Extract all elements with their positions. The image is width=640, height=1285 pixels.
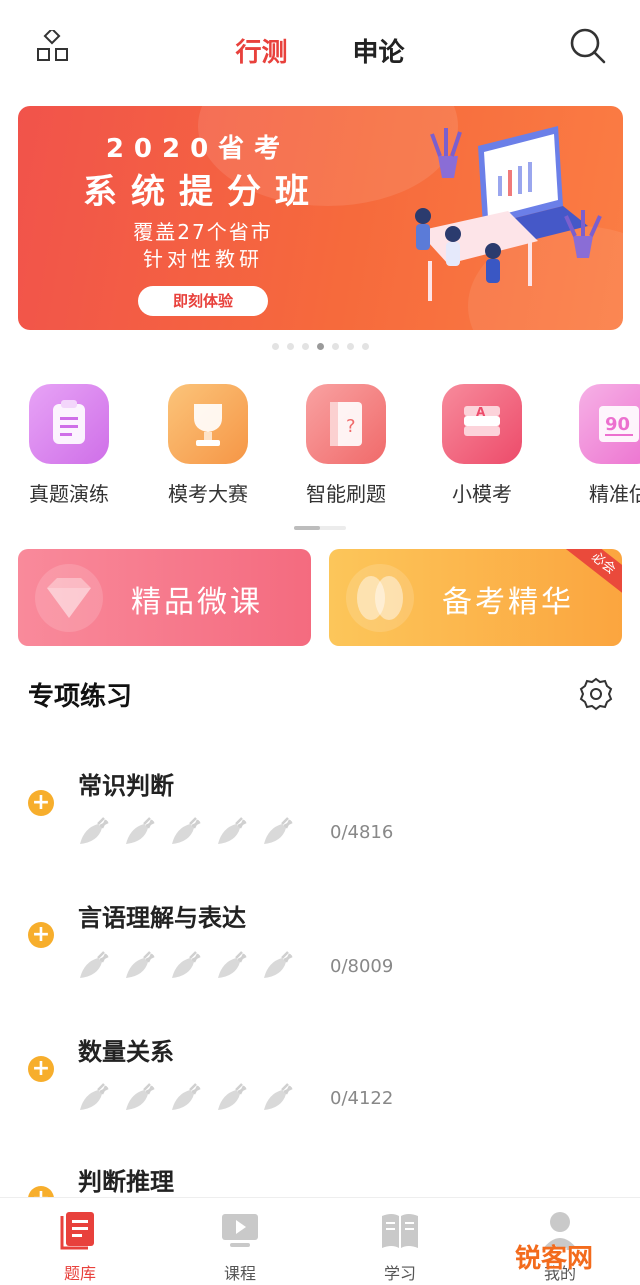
- carrot-icon: [172, 1083, 201, 1110]
- carrot-rating: [76, 814, 306, 848]
- study-illustration-icon: [415, 126, 602, 301]
- trophy-icon: [168, 384, 248, 464]
- carrot-icon: [80, 817, 109, 844]
- banner-pagination: [0, 343, 640, 350]
- top-tabs: 行测 申论: [0, 28, 640, 73]
- page-dot[interactable]: [331, 343, 339, 350]
- nav-label: 学习: [383, 1264, 416, 1283]
- page-dot[interactable]: [301, 343, 309, 350]
- promo-beikao[interactable]: 备考精华 必会: [329, 549, 622, 646]
- quick-label: 精准估: [589, 482, 640, 506]
- practice-name: 判断推理: [78, 1168, 174, 1196]
- score-90-icon: 90: [579, 384, 640, 464]
- practice-progress: 0/4122: [330, 1088, 394, 1109]
- open-book-icon: [382, 1214, 418, 1248]
- quick-zhenti[interactable]: 真题演练: [14, 384, 124, 507]
- book-icon: ?: [306, 384, 386, 464]
- banner-subtitle: 覆盖27个省市: [133, 220, 273, 244]
- carrot-icon: [126, 951, 155, 978]
- expand-plus-icon[interactable]: +: [28, 790, 54, 816]
- practice-name: 言语理解与表达: [78, 904, 246, 932]
- clipboard-icon: [29, 384, 109, 464]
- carrot-icon: [264, 1083, 293, 1110]
- page-dot[interactable]: [346, 343, 354, 350]
- carrot-icon: [172, 951, 201, 978]
- gear-icon[interactable]: [578, 676, 614, 712]
- page-dot[interactable]: [271, 343, 279, 350]
- watermark-logo: 锐客网: [515, 1244, 594, 1274]
- quick-shuati[interactable]: ? 智能刷题: [291, 384, 401, 507]
- nav-tiku[interactable]: 题库: [30, 1208, 130, 1284]
- promo-label: 备考精华: [442, 585, 574, 620]
- try-now-button[interactable]: 即刻体验: [138, 286, 268, 316]
- practice-item[interactable]: + 数量关系 0/4122: [0, 1028, 640, 1148]
- tab-shenlun[interactable]: 申论: [349, 28, 409, 73]
- search-icon[interactable]: [568, 26, 608, 66]
- expand-plus-icon[interactable]: +: [28, 922, 54, 948]
- carrot-icon: [126, 817, 155, 844]
- svg-text:?: ?: [346, 416, 356, 437]
- page-dot-active[interactable]: [316, 343, 324, 350]
- svg-text:90: 90: [605, 414, 630, 435]
- promo-label: 精品微课: [131, 585, 263, 620]
- quick-label: 小模考: [452, 482, 512, 506]
- quick-label: 模考大赛: [168, 482, 248, 506]
- top-bar: 行测 申论: [0, 0, 640, 95]
- quick-label: 智能刷题: [306, 482, 386, 506]
- quick-jingzhun[interactable]: 90 精准估: [564, 384, 640, 507]
- paper-stack-icon: A: [442, 384, 522, 464]
- quick-mokao[interactable]: 模考大赛: [153, 384, 263, 507]
- quick-scroll-indicator: [294, 526, 346, 530]
- expand-plus-icon[interactable]: +: [28, 1186, 54, 1197]
- quick-xiaomokao[interactable]: A 小模考: [427, 384, 537, 507]
- carrot-icon: [218, 951, 247, 978]
- banner-title: 2020省考: [105, 134, 291, 164]
- video-course-icon: [222, 1214, 258, 1247]
- practice-name: 常识判断: [78, 772, 174, 800]
- carrot-icon: [264, 951, 293, 978]
- banner-headline: 系统提分班: [83, 172, 323, 212]
- nav-kecheng[interactable]: 课程: [190, 1208, 290, 1284]
- carrot-icon: [80, 951, 109, 978]
- gem-icon: [35, 564, 103, 632]
- carrot-icon: [218, 1083, 247, 1110]
- promo-weike[interactable]: 精品微课: [18, 549, 311, 646]
- banner-subtitle-2: 针对性教研: [143, 247, 263, 271]
- carrot-icon: [126, 1083, 155, 1110]
- nav-xuexi[interactable]: 学习: [350, 1208, 450, 1284]
- practice-progress: 0/4816: [330, 822, 394, 843]
- carrot-icon: [218, 817, 247, 844]
- practice-item[interactable]: + 言语理解与表达 0/8009: [0, 894, 640, 1014]
- page-dot[interactable]: [286, 343, 294, 350]
- quick-label: 真题演练: [29, 482, 109, 506]
- brain-icon: [346, 564, 414, 632]
- question-bank-icon: [60, 1212, 94, 1250]
- carrot-icon: [172, 817, 201, 844]
- carrot-icon: [264, 817, 293, 844]
- practice-progress: 0/8009: [330, 956, 394, 977]
- nav-label: 课程: [223, 1264, 256, 1283]
- practice-name: 数量关系: [78, 1038, 174, 1066]
- quick-actions: 真题演练 模考大赛 ? 智能刷题 A 小模考 90 精准估: [0, 384, 640, 514]
- carrot-rating: [76, 948, 306, 982]
- page-dot[interactable]: [361, 343, 369, 350]
- nav-label: 题库: [63, 1264, 96, 1283]
- svg-text:A: A: [476, 405, 486, 419]
- practice-item[interactable]: + 常识判断 0/4816: [0, 760, 640, 880]
- promo-banner[interactable]: 2020省考 系统提分班 覆盖27个省市 针对性教研 即刻体验: [18, 106, 623, 330]
- expand-plus-icon[interactable]: +: [28, 1056, 54, 1082]
- tab-xingce[interactable]: 行测: [231, 28, 291, 73]
- section-title: 专项练习: [26, 676, 148, 713]
- practice-item[interactable]: + 判断推理: [0, 1160, 640, 1197]
- carrot-icon: [80, 1083, 109, 1110]
- carrot-rating: [76, 1080, 306, 1114]
